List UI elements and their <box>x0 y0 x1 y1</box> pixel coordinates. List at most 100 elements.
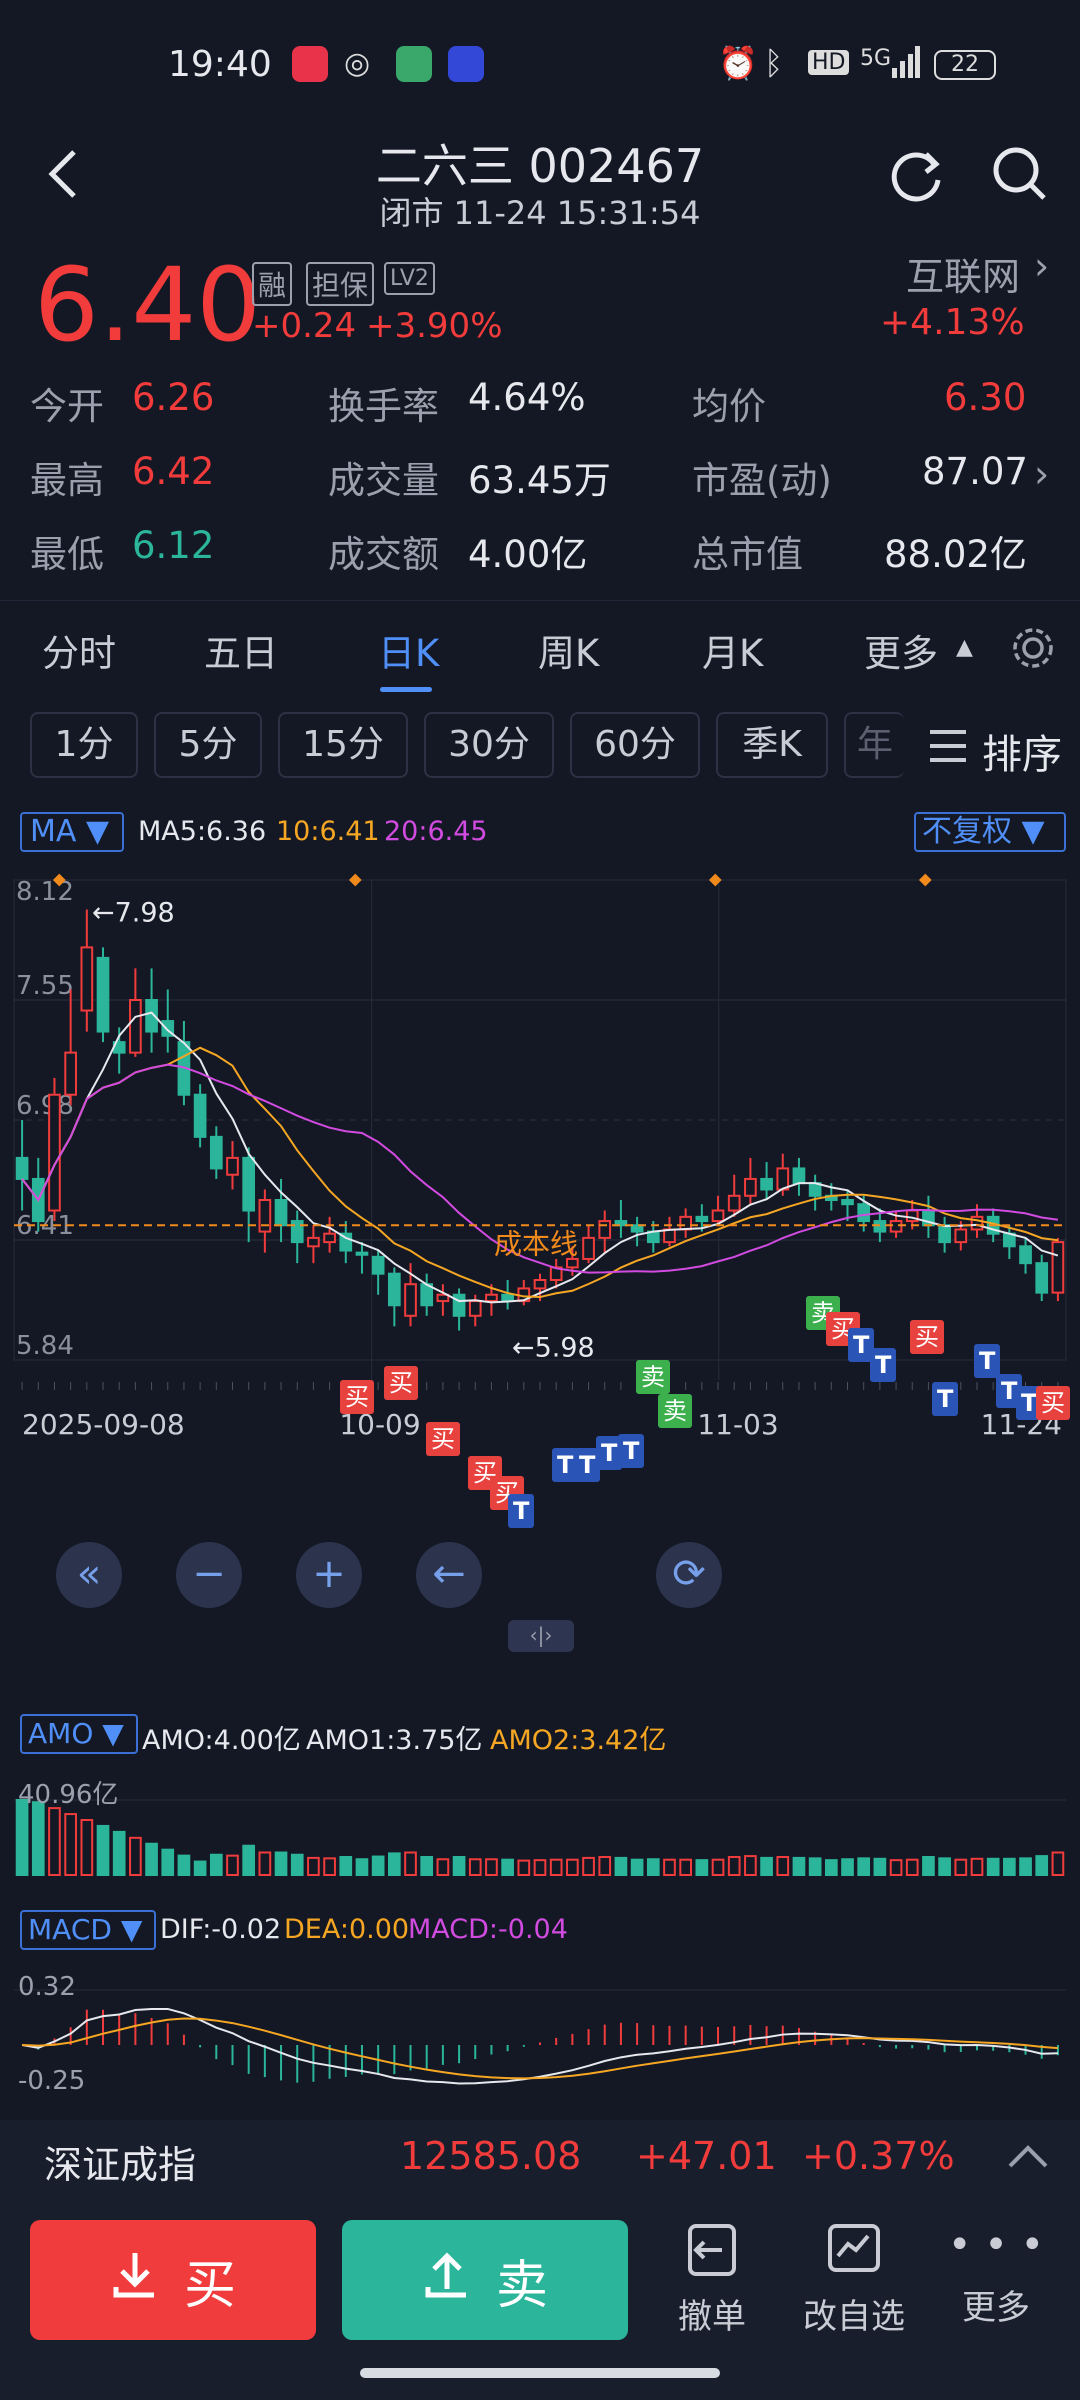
refresh-icon[interactable] <box>886 144 946 208</box>
amo-bar <box>64 1813 77 1876</box>
amo-label: AMO <box>28 1717 94 1750</box>
interval-1min[interactable]: 1分 <box>30 712 138 778</box>
period-tabs: 分时 五日 日K 周K 月K 更多 ▲ <box>0 600 1080 692</box>
tab-more[interactable]: 更多 <box>864 623 938 677</box>
sort-list-icon[interactable] <box>928 726 968 770</box>
adjust-select[interactable]: 不复权 ▼ <box>914 812 1066 852</box>
tab-five-day[interactable]: 五日 <box>204 623 278 677</box>
search-icon[interactable] <box>990 144 1050 208</box>
candle-body <box>258 1199 272 1233</box>
amo-bar <box>452 1856 466 1876</box>
amount-value: 4.00亿 <box>468 533 588 576</box>
dea-line <box>22 2017 1058 2080</box>
candle-body <box>873 1220 887 1233</box>
amo-select[interactable]: AMO ▼ <box>20 1714 138 1754</box>
chevron-right-icon[interactable]: › <box>1034 452 1049 496</box>
candle-body <box>48 1093 61 1212</box>
cancel-order-button[interactable]: 撤单 <box>652 2220 772 2338</box>
amount-label: 成交额 <box>328 533 439 576</box>
buy-label: 买 <box>183 2255 236 2316</box>
interval-quarter[interactable]: 季K <box>716 712 828 778</box>
amo-bar <box>1051 1851 1065 1876</box>
max-price-label: ←7.98 <box>92 897 175 928</box>
turnover-label: 换手率 <box>328 385 439 428</box>
amo-bar <box>663 1858 676 1877</box>
ma10-value: 10:6.41 <box>276 816 380 847</box>
y-tick-label: 7.55 <box>16 971 74 1001</box>
candle-body <box>727 1194 741 1212</box>
amo-bar <box>1003 1857 1016 1876</box>
home-indicator[interactable] <box>360 2368 720 2378</box>
candle-body <box>760 1177 773 1191</box>
pe-label: 市盈(动) <box>692 459 832 502</box>
chevron-right-icon[interactable]: › <box>1034 244 1049 288</box>
candle-body <box>1019 1245 1032 1265</box>
more-label: 更多 <box>962 2288 1030 2328</box>
buy-marker: 买 <box>1036 1386 1070 1420</box>
drag-handle[interactable]: ‹|› <box>508 1620 574 1652</box>
zoom-in-icon[interactable]: + <box>296 1542 362 1608</box>
amo-bar <box>1019 1857 1032 1876</box>
amo-bar <box>226 1854 239 1877</box>
zoom-out-icon[interactable]: − <box>176 1542 242 1608</box>
candle-body <box>1051 1241 1065 1294</box>
active-tab-indicator <box>380 687 432 692</box>
interval-5min[interactable]: 5分 <box>154 712 262 778</box>
interval-60min[interactable]: 60分 <box>570 712 700 778</box>
tab-monthly-k[interactable]: 月K <box>702 623 763 677</box>
tab-weekly-k[interactable]: 周K <box>538 623 599 677</box>
volume-label: 成交量 <box>328 459 439 502</box>
open-label: 今开 <box>30 385 104 428</box>
amo-bar <box>938 1857 951 1876</box>
chevron-up-icon[interactable] <box>1006 2136 1050 2180</box>
amo-bar <box>922 1856 935 1876</box>
index-value: 12585.08 <box>400 2134 582 2178</box>
more-dots-icon: • • • <box>947 2222 1045 2268</box>
macd-select[interactable]: MACD ▼ <box>20 1910 156 1950</box>
more-button[interactable]: • • • 更多 <box>936 2220 1056 2329</box>
amo-bar <box>145 1842 158 1876</box>
amo-bar <box>695 1859 709 1877</box>
amo-bar <box>970 1857 984 1876</box>
amo-bar <box>96 1824 110 1876</box>
tab-daily-k[interactable]: 日K <box>378 623 439 677</box>
alarm-icon: ⏰ <box>718 44 758 82</box>
caret-up-icon[interactable]: ▲ <box>956 635 973 660</box>
turnover-value: 4.64% <box>468 376 586 419</box>
candle-body <box>307 1236 320 1248</box>
scroll-left-icon[interactable]: ← <box>416 1542 482 1608</box>
candle-body <box>857 1203 871 1223</box>
candle-body <box>404 1283 417 1317</box>
sell-button[interactable]: 卖 <box>342 2220 628 2340</box>
buy-button[interactable]: 买 <box>30 2220 316 2340</box>
candle-body <box>485 1293 498 1303</box>
candle-body <box>242 1156 256 1212</box>
amo-bar <box>582 1856 595 1877</box>
interval-30min[interactable]: 30分 <box>424 712 554 778</box>
interval-year[interactable]: 年 <box>844 712 904 778</box>
rotate-screen-icon[interactable]: ⟳ <box>656 1542 722 1608</box>
settings-gear-icon[interactable] <box>1010 625 1056 675</box>
candle-body <box>582 1236 595 1260</box>
amo-bar <box>614 1856 628 1877</box>
index-ticker[interactable]: 深证成指 12585.08 +47.01 +0.37% <box>0 2120 1080 2200</box>
tab-intraday[interactable]: 分时 <box>42 623 116 677</box>
low-value: 6.12 <box>132 524 215 567</box>
sector-name[interactable]: 互联网 <box>906 246 1020 301</box>
upload-arrow-icon <box>422 2249 472 2312</box>
amo-bar <box>323 1857 336 1876</box>
sort-label[interactable]: 排序 <box>982 722 1062 780</box>
y-tick-label: 5.84 <box>16 1331 74 1361</box>
index-name: 深证成指 <box>44 2143 197 2187</box>
amo-bar <box>31 1801 45 1876</box>
candle-body <box>841 1199 854 1206</box>
indicator-select[interactable]: MA ▼ <box>20 812 124 852</box>
edit-watchlist-button[interactable]: 改自选 <box>794 2220 914 2338</box>
amo-bar <box>371 1855 385 1876</box>
dif-value: DIF:-0.02 <box>160 1914 282 1945</box>
amo-bar <box>80 1819 94 1876</box>
amo-bar <box>355 1858 369 1876</box>
last-price: 6.40 <box>34 246 262 365</box>
interval-15min[interactable]: 15分 <box>278 712 408 778</box>
scroll-left-fast-icon[interactable]: « <box>56 1542 122 1608</box>
